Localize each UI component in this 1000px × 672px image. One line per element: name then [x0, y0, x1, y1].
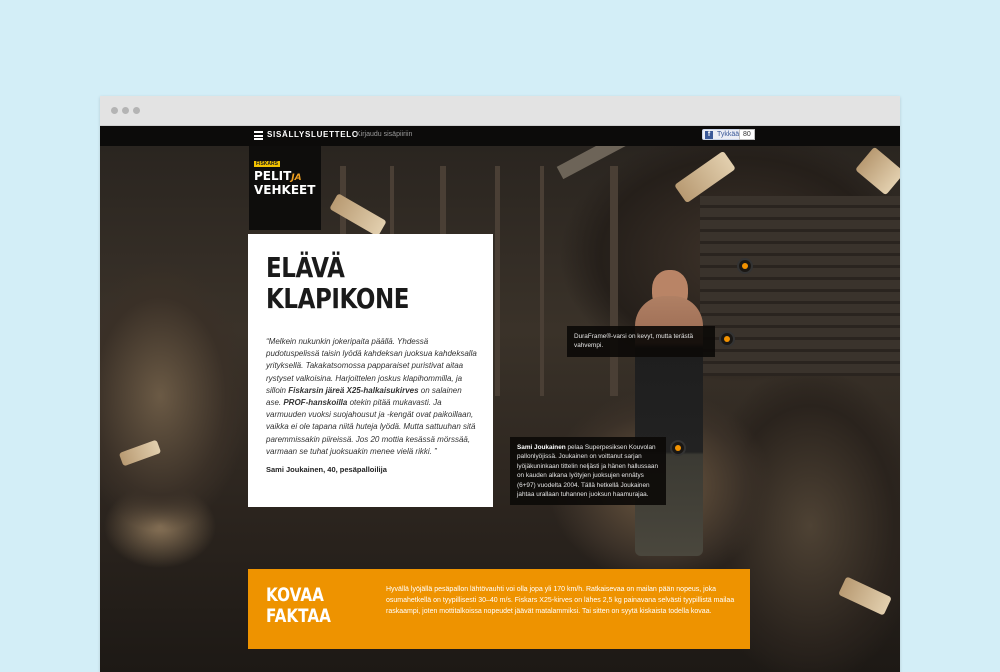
log-cabin — [700, 196, 900, 376]
login-link[interactable]: Kirjaudu sisäpiiriin — [356, 131, 412, 138]
top-navigation-bar: SISÄLLYSLUETTELO Kirjaudu sisäpiiriin f … — [100, 126, 900, 146]
site-logo[interactable]: FISKARS PELITJA VEHKEET — [249, 146, 321, 230]
brand-tag: FISKARS — [254, 161, 280, 167]
window-dot-icon[interactable] — [111, 107, 118, 114]
window-dot-icon[interactable] — [122, 107, 129, 114]
axe-hotspot-icon[interactable] — [737, 258, 753, 274]
facts-title: KOVAA FAKTAA — [266, 584, 331, 627]
like-count: 80 — [739, 129, 755, 140]
athlete-bio-tooltip: Sami Joukainen pelaa Superpesiksen Kouvo… — [510, 437, 666, 506]
facts-panel: KOVAA FAKTAA Hyvällä lyöjällä pesäpallon… — [248, 569, 750, 649]
hamburger-menu-icon[interactable] — [254, 131, 263, 140]
athlete-hotspot-icon[interactable] — [670, 440, 686, 456]
duraframe-tooltip: DuraFrame®-varsi on kevyt, mutta terästä… — [567, 326, 715, 357]
facts-text: Hyvällä lyöjällä pesäpallon lähtövauhti … — [386, 586, 735, 615]
browser-chrome — [100, 96, 900, 126]
logo-line-1: PELITJA — [254, 169, 302, 183]
browser-window: SISÄLLYSLUETTELO Kirjaudu sisäpiiriin f … — [100, 96, 900, 672]
like-label: Tykkää — [717, 131, 740, 138]
facebook-icon: f — [705, 131, 713, 139]
facebook-like-button[interactable]: f Tykkää — [702, 129, 744, 140]
product-highlight-axe: Fiskarsin järeä X25-halkaisukirves — [288, 385, 419, 395]
quote-author: Sami Joukainen, 40, pesäpalloilija — [266, 465, 387, 475]
window-dot-icon[interactable] — [133, 107, 140, 114]
article-card: ELÄVÄ KLAPIKONE “Melkein nukunkin jokeri… — [248, 234, 493, 507]
product-highlight-gloves: PROF-hanskoilla — [283, 398, 348, 408]
site-viewport: SISÄLLYSLUETTELO Kirjaudu sisäpiiriin f … — [100, 126, 900, 672]
logo-line-2: VEHKEET — [254, 183, 316, 197]
duraframe-hotspot-icon[interactable] — [719, 331, 735, 347]
article-quote: “Melkein nukunkin jokeripaita päällä. Yh… — [266, 337, 477, 456]
table-of-contents-link[interactable]: SISÄLLYSLUETTELO — [267, 130, 359, 139]
article-title: ELÄVÄ KLAPIKONE — [266, 251, 410, 315]
